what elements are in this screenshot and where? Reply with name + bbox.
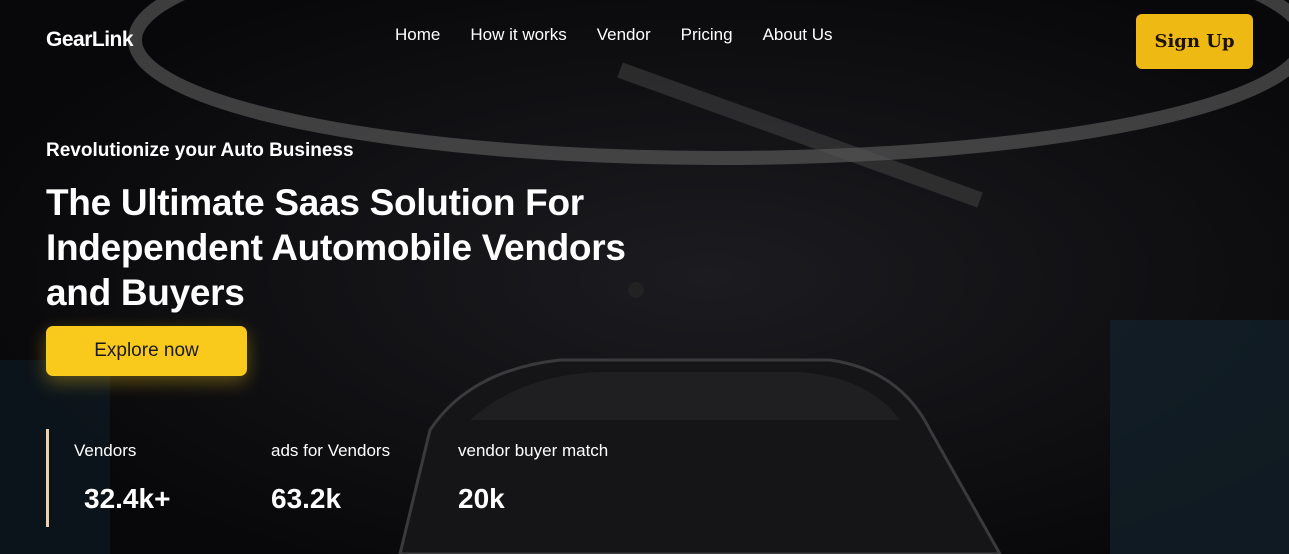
nav-how-it-works[interactable]: How it works [470, 25, 566, 45]
stat-label: Vendors [74, 441, 137, 460]
hero-title: The Ultimate Saas Solution For Independe… [46, 182, 626, 313]
brand-logo[interactable]: GearLink [46, 28, 134, 52]
stat-ads-for-vendors: ads for Vendors 63.2k [271, 441, 390, 515]
nav-home[interactable]: Home [395, 25, 440, 45]
hero-eyebrow: Revolutionize your Auto Business [46, 140, 354, 161]
stat-value: 20k [458, 483, 505, 514]
stat-label: vendor buyer match [458, 441, 609, 460]
stat-vendor-buyer-match: vendor buyer match 20k [458, 441, 608, 515]
stat-value: 32.4k+ [84, 483, 171, 514]
nav-vendor[interactable]: Vendor [597, 25, 651, 45]
stat-label: ads for Vendors [271, 441, 391, 460]
explore-now-button[interactable]: Explore now [46, 326, 247, 376]
main-nav: Home How it works Vendor Pricing About U… [395, 25, 833, 45]
nav-pricing[interactable]: Pricing [681, 25, 733, 45]
nav-about-us[interactable]: About Us [763, 25, 833, 45]
stat-value: 63.2k [271, 483, 342, 514]
stat-vendors: Vendors 32.4k+ [74, 441, 170, 515]
sign-up-button[interactable]: Sign Up [1136, 14, 1253, 69]
stats-divider [46, 429, 49, 527]
